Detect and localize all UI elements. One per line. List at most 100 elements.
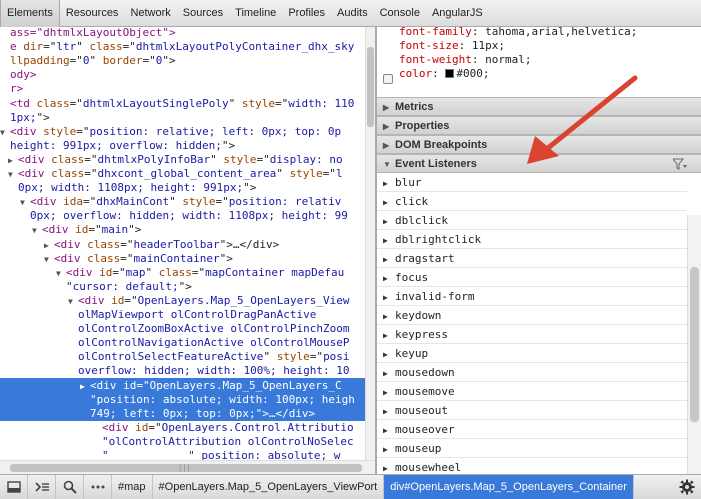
- css-rule-font-weight[interactable]: font-weight: normal;: [399, 52, 531, 67]
- breadcrumb-item[interactable]: #map: [112, 474, 153, 499]
- dom-node-line[interactable]: ass="dhtmlxLayoutObject">: [0, 27, 176, 40]
- dom-node-line[interactable]: overflow: hidden; width: 100%; height: 1…: [0, 363, 350, 378]
- breadcrumb-item[interactable]: div#OpenLayers.Map_5_OpenLayers_Containe…: [384, 474, 634, 499]
- event-listener-click[interactable]: ▶ click: [377, 192, 687, 211]
- event-listener-dblclick[interactable]: ▶ dblclick: [377, 211, 687, 230]
- dom-node-line[interactable]: olControlSelectFeatureActive" style="pos…: [0, 349, 350, 364]
- more-icon[interactable]: [84, 474, 112, 499]
- tab-resources[interactable]: Resources: [60, 0, 125, 27]
- dom-node-line[interactable]: ▼ <div class="dhxcont_global_content_area…: [0, 166, 343, 181]
- tab-sources[interactable]: Sources: [177, 0, 229, 27]
- sidebar-vertical-scroll-thumb[interactable]: [690, 267, 699, 422]
- collapsed-triangle-icon[interactable]: ▶: [383, 383, 395, 402]
- dom-tree-vertical-scroll-thumb[interactable]: [367, 47, 374, 127]
- pane-header-metrics[interactable]: ▶ Metrics: [377, 97, 701, 116]
- event-listener-keyup[interactable]: ▶ keyup: [377, 344, 687, 363]
- event-listener-keydown[interactable]: ▶ keydown: [377, 306, 687, 325]
- collapsed-triangle-icon[interactable]: ▶: [383, 174, 395, 193]
- collapsed-triangle-icon[interactable]: ▶: [383, 440, 395, 459]
- dom-node-line[interactable]: olControlZoomBoxActive olControlPinchZoo…: [0, 321, 350, 336]
- css-property-value[interactable]: #000;: [456, 67, 489, 80]
- dom-node-line[interactable]: ▼ <div id="OpenLayers.Map_5_OpenLayers_Vi…: [0, 293, 350, 308]
- css-property-name[interactable]: color: [399, 67, 432, 80]
- pane-header-event-listeners[interactable]: ▼ Event Listeners: [377, 154, 701, 173]
- selected-dom-node-line[interactable]: "position: absolute; width: 100px; heigh: [0, 391, 365, 407]
- dom-node-line[interactable]: e dir="ltr" class="dhtmlxLayoutPolyConta…: [0, 39, 354, 54]
- dom-node-line[interactable]: ▼ <div class="mainContainer">: [0, 251, 233, 266]
- breadcrumb-item[interactable]: #OpenLayers.Map_5_OpenLayers_ViewPort: [153, 474, 385, 499]
- css-property-value[interactable]: tahoma,arial,helvetica;: [485, 27, 637, 38]
- collapsed-triangle-icon[interactable]: ▶: [383, 364, 395, 383]
- selected-dom-node-line[interactable]: ▶ <div id="OpenLayers.Map_5_OpenLayers_C: [0, 377, 365, 393]
- dom-node-line[interactable]: ▼ <div id="map" class="mapContainer mapDe…: [0, 265, 344, 280]
- collapsed-triangle-icon[interactable]: ▶: [383, 212, 395, 231]
- collapsed-triangle-icon[interactable]: ▶: [383, 345, 395, 364]
- event-listener-mousedown[interactable]: ▶ mousedown: [377, 363, 687, 382]
- event-listener-invalid-form[interactable]: ▶ invalid-form: [377, 287, 687, 306]
- dom-tree[interactable]: ass="dhtmlxLayoutObject"> e dir="ltr" cla…: [0, 27, 365, 460]
- event-listener-blur[interactable]: ▶ blur: [377, 173, 687, 192]
- collapsed-triangle-icon[interactable]: ▶: [383, 459, 395, 474]
- dom-node-line[interactable]: ▶ <div class="dhtmlxPolyInfoBar" style="d…: [0, 152, 343, 167]
- css-property-name[interactable]: font-weight: [399, 53, 472, 66]
- event-listener-focus[interactable]: ▶ focus: [377, 268, 687, 287]
- dom-node-line[interactable]: ▼ <div ida="dhxMainCont" style="position:…: [0, 194, 341, 209]
- dom-node-line[interactable]: <div id="OpenLayers.Control.Attributio: [0, 420, 354, 435]
- event-listener-dblrightclick[interactable]: ▶ dblrightclick: [377, 230, 687, 249]
- color-swatch-icon[interactable]: [445, 69, 455, 78]
- collapsed-triangle-icon[interactable]: ▶: [383, 231, 395, 250]
- dom-node-line[interactable]: r>: [0, 81, 23, 96]
- event-listener-mouseover[interactable]: ▶ mouseover: [377, 420, 687, 439]
- css-property-name[interactable]: font-family: [399, 27, 472, 38]
- dom-node-line[interactable]: 0px; overflow: hidden; width: 1108px; he…: [0, 208, 348, 223]
- css-property-value[interactable]: 11px;: [472, 39, 505, 52]
- dom-node-line[interactable]: ▼ <div id="main">: [0, 222, 141, 237]
- css-property-value[interactable]: normal;: [485, 53, 531, 66]
- tab-console[interactable]: Console: [374, 0, 426, 27]
- tab-audits[interactable]: Audits: [331, 0, 374, 27]
- css-property-name[interactable]: font-size: [399, 39, 459, 52]
- collapsed-triangle-icon[interactable]: ▶: [383, 193, 395, 212]
- dock-icon[interactable]: [0, 474, 28, 499]
- css-rule-font-size[interactable]: font-size: 11px;: [399, 38, 505, 53]
- event-listener-mouseout[interactable]: ▶ mouseout: [377, 401, 687, 420]
- css-rule-color[interactable]: color: #000;: [399, 66, 490, 81]
- pane-header-properties[interactable]: ▶ Properties: [377, 116, 701, 135]
- collapsed-triangle-icon[interactable]: ▶: [383, 269, 395, 288]
- style-checkbox[interactable]: [383, 74, 393, 84]
- tab-elements[interactable]: Elements: [0, 0, 60, 27]
- search-icon[interactable]: [56, 474, 84, 499]
- dom-tree-vertical-scrollbar[interactable]: [365, 27, 375, 460]
- dom-node-line[interactable]: 0px; width: 1108px; height: 991px;">: [0, 180, 256, 195]
- event-listener-dragstart[interactable]: ▶ dragstart: [377, 249, 687, 268]
- dom-node-line[interactable]: ▼ <div style="position: relative; left: 0…: [0, 124, 341, 139]
- dom-tree-horizontal-scrollbar[interactable]: |||: [0, 460, 375, 474]
- dom-node-line[interactable]: height: 991px; overflow: hidden;">: [0, 138, 235, 153]
- tab-network[interactable]: Network: [124, 0, 176, 27]
- sidebar-vertical-scrollbar[interactable]: [687, 215, 701, 474]
- event-listener-mousewheel[interactable]: ▶ mousewheel: [377, 458, 687, 474]
- dom-node-line[interactable]: ▶ <div class="headerToolbar">…</div>: [0, 237, 279, 252]
- dom-node-line[interactable]: <td class="dhtmlxLayoutSinglePoly" style…: [0, 96, 354, 111]
- dom-node-line[interactable]: 1px;">: [0, 110, 50, 125]
- dom-node-line[interactable]: olMapViewport olControlDragPanActive: [0, 307, 316, 322]
- pane-header-dom-breakpoints[interactable]: ▶ DOM Breakpoints: [377, 135, 701, 154]
- collapsed-triangle-icon[interactable]: ▶: [383, 326, 395, 345]
- dom-node-line[interactable]: ody>: [0, 67, 37, 82]
- dom-node-line[interactable]: olControlNavigationActive olControlMouse…: [0, 335, 350, 350]
- event-listener-mouseup[interactable]: ▶ mouseup: [377, 439, 687, 458]
- collapsed-triangle-icon[interactable]: ▶: [383, 307, 395, 326]
- tab-profiles[interactable]: Profiles: [282, 0, 331, 27]
- collapsed-triangle-icon[interactable]: ▶: [383, 402, 395, 421]
- collapsed-triangle-icon[interactable]: ▶: [383, 288, 395, 307]
- dom-node-line[interactable]: " " position: absolute; w: [0, 448, 340, 460]
- gear-icon[interactable]: [679, 479, 695, 495]
- dom-node-line[interactable]: llpadding="0" border="0">: [0, 53, 176, 68]
- collapsed-triangle-icon[interactable]: ▶: [383, 250, 395, 269]
- console-drawer-icon[interactable]: [28, 474, 56, 499]
- tab-timeline[interactable]: Timeline: [229, 0, 282, 27]
- dom-node-line[interactable]: "olControlAttribution olControlNoSelec: [0, 434, 354, 449]
- tab-angularjs[interactable]: AngularJS: [426, 0, 489, 27]
- selected-dom-node-line[interactable]: 749; left: 0px; top: 0px;">…</div>: [0, 405, 365, 421]
- dom-node-line[interactable]: "cursor: default;">: [0, 279, 192, 294]
